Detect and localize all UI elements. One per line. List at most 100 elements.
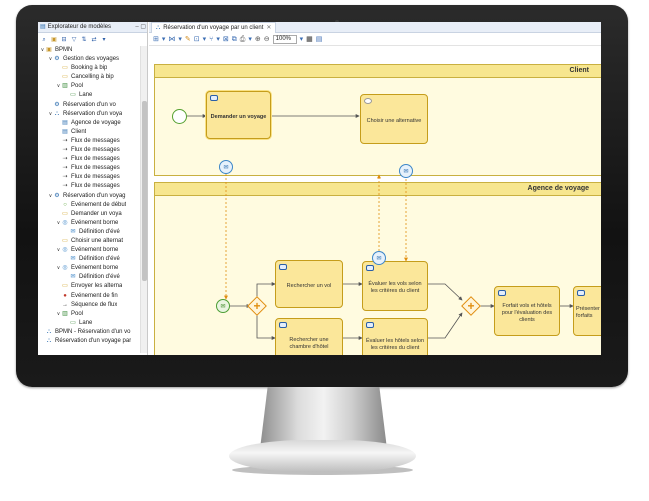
route-icon[interactable]: ⊡ <box>194 35 200 45</box>
event-definition-icon: ✉ <box>70 274 76 281</box>
dropdown-icon[interactable]: ▾ <box>178 35 182 45</box>
task-rechercher-hotel[interactable]: Rechercher une chambre d'hôtel <box>275 318 343 355</box>
task-icon <box>498 290 506 296</box>
tree-item[interactable]: ○ Événement de début <box>38 201 140 210</box>
tree-item-label: Demander un voya <box>71 210 122 217</box>
tree-item[interactable]: ∨ ◎ Événement borne <box>38 246 140 255</box>
tree-item[interactable]: ▭ Cancelling à bip <box>38 73 140 82</box>
collapse-all-icon[interactable]: ⊟ <box>60 36 68 44</box>
task-evaluer-vols[interactable]: Évaluer les vols selon les critères du c… <box>362 261 428 311</box>
tree-item-label: Définition d'évé <box>79 256 120 263</box>
task-evaluer-hotels[interactable]: Évaluer les hôtels selon les critères du… <box>362 318 428 355</box>
tree-item[interactable]: ∨ ◎ Événement borne <box>38 219 140 228</box>
sequence-flow[interactable] <box>256 282 276 299</box>
tree-item[interactable]: ▭ Demander un voya <box>38 210 140 219</box>
tree-item[interactable]: ⛬ Réservation d'un voyage par <box>38 337 140 346</box>
tree-item[interactable]: ⇢ Flux de messages <box>38 137 140 146</box>
format-icon[interactable]: ⊠ <box>223 35 229 45</box>
tree-item[interactable]: ∨ ▣ BPMN <box>38 46 140 55</box>
explorer-view-menu[interactable]: – ▢ <box>135 23 146 30</box>
zoom-in-icon[interactable]: ⊕ <box>255 35 261 45</box>
boundary-message-event[interactable]: ✉ <box>372 251 386 265</box>
tree-item[interactable]: ∨ ⚙ Gestion des voyages <box>38 55 140 64</box>
tree-item[interactable]: ▭ Lane <box>38 319 140 328</box>
tree-item[interactable]: ∨ ⛬ Réservation d'un voya <box>38 110 140 119</box>
connector-icon[interactable]: ⑂ <box>209 35 213 45</box>
close-icon[interactable]: ✕ <box>266 23 271 33</box>
tree-item[interactable]: ∨ ▥ Pool <box>38 82 140 91</box>
tree-item[interactable]: ● Événement de fin <box>38 292 140 301</box>
boundary-message-event[interactable]: ✉ <box>219 160 233 174</box>
tree-item[interactable]: ▭ Choisir une alternat <box>38 237 140 246</box>
tree-item[interactable]: ✉ Définition d'évé <box>38 255 140 264</box>
tree-item[interactable]: ✉ Définition d'évé <box>38 273 140 282</box>
tree-item-label: Agence de voyage <box>71 119 121 126</box>
maximize-icon[interactable]: ▢ <box>140 24 146 30</box>
tree-item[interactable]: ▭ Booking à bip <box>38 64 140 73</box>
explorer-scrollbar[interactable] <box>140 46 147 353</box>
route-dropdown-icon[interactable]: ▾ <box>203 35 207 45</box>
explorer-tab[interactable]: ▤ Explorateur de modèles <box>40 23 111 31</box>
task-rechercher-vol[interactable]: Rechercher un vol <box>275 260 343 308</box>
view-menu-icon[interactable]: ▾ <box>100 36 108 44</box>
new-folder-icon[interactable]: ▣ <box>50 36 58 44</box>
tree-item[interactable]: ▤ Client <box>38 128 140 137</box>
tree-item[interactable]: ⇢ Flux de messages <box>38 155 140 164</box>
sequence-flow[interactable] <box>427 312 463 339</box>
tree-item[interactable]: ⚙ Réservation d'un vo <box>38 101 140 110</box>
minimize-icon[interactable]: – <box>135 24 138 30</box>
tree-item[interactable]: ⇢ Flux de messages <box>38 182 140 191</box>
connector-dropdown-icon[interactable]: ▾ <box>216 35 220 45</box>
task-icon: ▭ <box>62 283 68 290</box>
tree-item[interactable]: ▤ Agence de voyage <box>38 119 140 128</box>
monitor-stand-base <box>229 440 416 472</box>
task-icon: ▭ <box>62 210 68 217</box>
tree-item[interactable]: ▭ Lane <box>38 91 140 100</box>
tree-item[interactable]: ⇢ Flux de messages <box>38 173 140 182</box>
layout-icon[interactable]: ⧉ <box>232 35 237 45</box>
print-dropdown-icon[interactable]: ▾ <box>248 35 252 45</box>
tree-item[interactable]: ⛬ BPMN - Réservation d'un vo <box>38 328 140 337</box>
properties-icon[interactable]: ▤ <box>316 35 323 45</box>
tree-item[interactable]: ∨ ◎ Événement borne <box>38 264 140 273</box>
zoom-dropdown-icon[interactable]: ▾ <box>300 35 304 45</box>
task-presenter[interactable]: Présenter les forfaits <box>573 286 601 336</box>
tree-item-label: Réservation d'un vo <box>63 101 116 108</box>
tree-item-label: Envoyer les alterna <box>71 283 123 290</box>
task-choisir-alternative[interactable]: Choisir une alternative <box>360 94 428 144</box>
distribute-icon[interactable]: ⋈ <box>168 35 175 45</box>
intermediate-message-event[interactable]: ✉ <box>216 299 230 313</box>
explorer-scroll-thumb[interactable] <box>142 101 147 281</box>
sort-icon[interactable]: ⇅ <box>80 36 88 44</box>
link-editor-icon[interactable]: ⇄ <box>90 36 98 44</box>
tree-item-label: Gestion des voyages <box>63 56 120 63</box>
message-flow-icon: ⇢ <box>62 147 68 154</box>
paint-icon[interactable]: ✎ <box>185 35 191 45</box>
boundary-message-event[interactable]: ✉ <box>399 164 413 178</box>
select-dropdown-icon[interactable]: ▾ <box>162 35 166 45</box>
sequence-flow[interactable] <box>427 283 463 301</box>
diagram-canvas[interactable]: Client Agence de voyage Demander un voya… <box>149 47 601 355</box>
start-event[interactable] <box>172 109 187 124</box>
tree-item[interactable]: → Séquence de flux <box>38 301 140 310</box>
tree-item[interactable]: ⇢ Flux de messages <box>38 164 140 173</box>
tree-item[interactable]: ✉ Définition d'évé <box>38 228 140 237</box>
print-icon[interactable]: ⎙ <box>240 35 246 45</box>
tree-item[interactable]: ∨ ⚙ Réservation d'un voyag <box>38 192 140 201</box>
zoom-out-icon[interactable]: ⊖ <box>264 35 270 45</box>
zoom-level-input[interactable]: 100% <box>272 35 297 44</box>
tree-item-label: Flux de messages <box>71 165 120 172</box>
export-image-icon[interactable]: ▦ <box>306 35 313 45</box>
tree-item[interactable]: ∨ ▥ Pool <box>38 310 140 319</box>
message-flow-icon: ⇢ <box>62 174 68 181</box>
filter-icon[interactable]: ▽ <box>70 36 78 44</box>
align-icon[interactable]: ⊞ <box>153 35 159 45</box>
task-demander-voyage[interactable]: Demander un voyage <box>206 91 271 139</box>
search-icon[interactable]: ⌕ <box>40 36 48 44</box>
sequence-flow[interactable] <box>256 313 276 340</box>
tree-item[interactable]: ▭ Envoyer les alterna <box>38 282 140 291</box>
tree-item[interactable]: ⇢ Flux de messages <box>38 146 140 155</box>
editor-tab[interactable]: ⛬ Réservation d'un voyage par un client … <box>151 22 277 33</box>
task-forfait[interactable]: Forfait vols et hôtels pour l'évaluation… <box>494 286 560 336</box>
tree-item-label: Flux de messages <box>71 147 120 154</box>
